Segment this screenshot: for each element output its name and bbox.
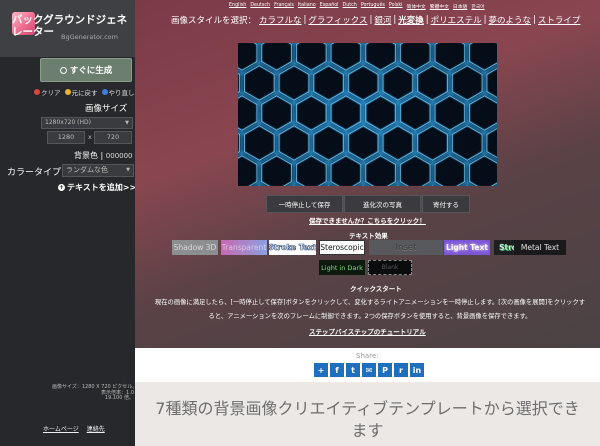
scale-info: 19.100 倍。: [104, 395, 134, 401]
effect-steroscopic[interactable]: Steroscopic: [319, 240, 365, 255]
language-link[interactable]: English: [229, 3, 246, 10]
bg-color-row[interactable]: 背景色 | 000000 |: [74, 150, 138, 161]
effect-light-in-dark[interactable]: Light in Dark: [319, 260, 365, 275]
tutorial-link[interactable]: ステップバイステップのチュートリアル: [309, 326, 426, 336]
style-nav-separator: |: [533, 15, 536, 25]
language-link[interactable]: Français: [274, 3, 294, 10]
text-effects-label: テキスト効果: [349, 232, 388, 240]
logo-area[interactable]: バックグラウンドジェネレーター BgGenerator.com: [0, 0, 135, 57]
preview-image: [238, 43, 497, 186]
generate-button-label: すぐに生成: [69, 66, 113, 76]
bottom-section: 7種類の背景画像クリエイティブテンプレートから選択できます: [135, 382, 600, 446]
share-area: Share: + f t ✉ P r in: [135, 348, 600, 382]
style-nav-separator: |: [425, 15, 429, 25]
linkedin-icon[interactable]: in: [410, 363, 424, 377]
redo-label: やり直し: [108, 89, 135, 97]
effect-stroke-text[interactable]: Stroke Text: [269, 240, 316, 255]
image-size-info: 画像サイズ：1280 X 720 ピクセル。 表示倍率：1.0 19.100 倍…: [52, 384, 137, 402]
quickstart-text: ると、アニメーションを次のフレームに制御できます。2つの保存ボタンを使用すると、…: [208, 313, 532, 320]
language-link[interactable]: 简体中文: [407, 3, 426, 10]
effect-shadow-3d[interactable]: Shadow 3D: [172, 240, 218, 255]
language-link[interactable]: Español: [320, 3, 339, 10]
redo-button[interactable]: やり直し: [101, 87, 135, 97]
width-input[interactable]: 1280: [47, 131, 85, 144]
hexagon-glow-pattern: [238, 43, 497, 186]
chevron-down-icon: ▼: [125, 120, 129, 126]
language-bar: English Deutsch Français Italiano Español Dut…: [229, 3, 485, 10]
footer-links: ホームページ 連絡先: [43, 424, 105, 433]
clear-icon: [34, 89, 40, 95]
share-add-icon[interactable]: +: [314, 363, 328, 377]
undo-label: 元に戻す: [71, 89, 98, 97]
twitter-icon[interactable]: t: [346, 363, 360, 377]
add-text-label: テキストを追加>>: [67, 183, 137, 192]
history-controls: クリア 元に戻す やり直し: [34, 87, 135, 97]
undo-button[interactable]: 元に戻す: [64, 87, 98, 97]
color-type-label: カラータイプ: [7, 168, 62, 178]
image-size-select[interactable]: 1280x720 (HD) ▼: [41, 117, 133, 129]
color-type-select[interactable]: ランダムな色 ▼: [62, 164, 134, 177]
section-heading: 7種類の背景画像クリエイティブテンプレートから選択できます: [155, 399, 580, 440]
language-link[interactable]: 한국어: [471, 3, 484, 10]
style-nav-item[interactable]: 銀河: [374, 14, 391, 26]
generate-button[interactable]: すぐに生成: [40, 58, 132, 82]
plus-icon: +: [58, 184, 65, 191]
style-nav: 画像スタイルを選択： カラフルな | グラフィックス | 銀河 | 光変換 | ポリエステル | 夢…: [171, 14, 580, 26]
donate-button[interactable]: 寄付する: [422, 195, 470, 213]
height-input[interactable]: 720: [94, 131, 132, 144]
undo-icon: [64, 89, 71, 95]
pinterest-icon[interactable]: P: [378, 363, 392, 377]
share-icons: + f t ✉ P r in: [314, 363, 424, 377]
language-link[interactable]: Deutsch: [250, 3, 270, 10]
facebook-icon[interactable]: f: [330, 363, 344, 377]
add-text-button[interactable]: + テキストを追加>>: [58, 182, 136, 193]
image-size-label: 画像サイズ: [85, 104, 128, 114]
language-link[interactable]: Dutch: [343, 3, 357, 10]
color-type-selected: ランダムな色: [66, 166, 108, 174]
refresh-icon: [59, 66, 67, 74]
effect-inset[interactable]: Inset: [369, 240, 443, 255]
effect-transparent[interactable]: Transparent: [221, 240, 267, 255]
style-nav-separator: |: [393, 15, 397, 25]
share-label: Share:: [356, 352, 379, 360]
language-link[interactable]: Português: [361, 3, 385, 10]
style-nav-item[interactable]: グラフィックス: [308, 14, 367, 26]
style-nav-label: 画像スタイルを選択：: [171, 16, 257, 26]
language-link[interactable]: Polski: [389, 3, 403, 10]
language-link[interactable]: 繁體中文: [430, 3, 449, 10]
effect-metal-text[interactable]: Metal Text: [514, 240, 566, 255]
style-nav-item[interactable]: ストライプ: [538, 14, 581, 26]
contact-link[interactable]: 連絡先: [87, 424, 105, 433]
next-image-button[interactable]: 進化次の写真: [344, 195, 421, 213]
quickstart-text: 現在の画像に満足したら、[一時停止して保存]ボタンをクリックして、変化するライト…: [154, 299, 586, 306]
chevron-down-icon: ▼: [126, 167, 130, 173]
clear-label: クリア: [41, 89, 61, 97]
bg-color-value[interactable]: 000000: [106, 152, 133, 160]
effect-light-text[interactable]: Light Text: [444, 240, 490, 255]
language-link[interactable]: Italiano: [298, 3, 316, 10]
logo-subtitle: BgGenerator.com: [61, 33, 118, 41]
home-link[interactable]: ホームページ: [43, 424, 79, 433]
pause-and-save-button[interactable]: 一時停止して保存: [266, 195, 343, 213]
quickstart-label: クイックスタート: [350, 285, 402, 293]
style-nav-item[interactable]: 光変換: [398, 14, 424, 26]
redo-icon: [101, 89, 108, 95]
style-nav-item[interactable]: 夢のような: [489, 14, 532, 26]
size-separator: x: [88, 133, 92, 141]
email-icon[interactable]: ✉: [362, 363, 376, 377]
clear-button[interactable]: クリア: [34, 87, 61, 97]
image-size-selected: 1280x720 (HD): [45, 119, 91, 126]
style-nav-item[interactable]: カラフルな: [259, 14, 302, 26]
style-nav-item[interactable]: ポリエステル: [431, 14, 482, 26]
reddit-icon[interactable]: r: [394, 363, 408, 377]
main-content: English Deutsch Français Italiano Español Dut…: [135, 0, 600, 446]
style-nav-separator: |: [483, 15, 487, 25]
cant-save-link[interactable]: 保存できませんか？こちらをクリック！: [309, 215, 426, 225]
language-link[interactable]: 日本語: [453, 3, 467, 10]
style-nav-separator: |: [303, 15, 307, 25]
bg-color-label: 背景色: [74, 151, 98, 160]
effect-blank[interactable]: Blank: [368, 260, 412, 275]
style-nav-separator: |: [369, 15, 373, 25]
sidebar: バックグラウンドジェネレーター BgGenerator.com すぐに生成 クリ…: [0, 0, 138, 446]
